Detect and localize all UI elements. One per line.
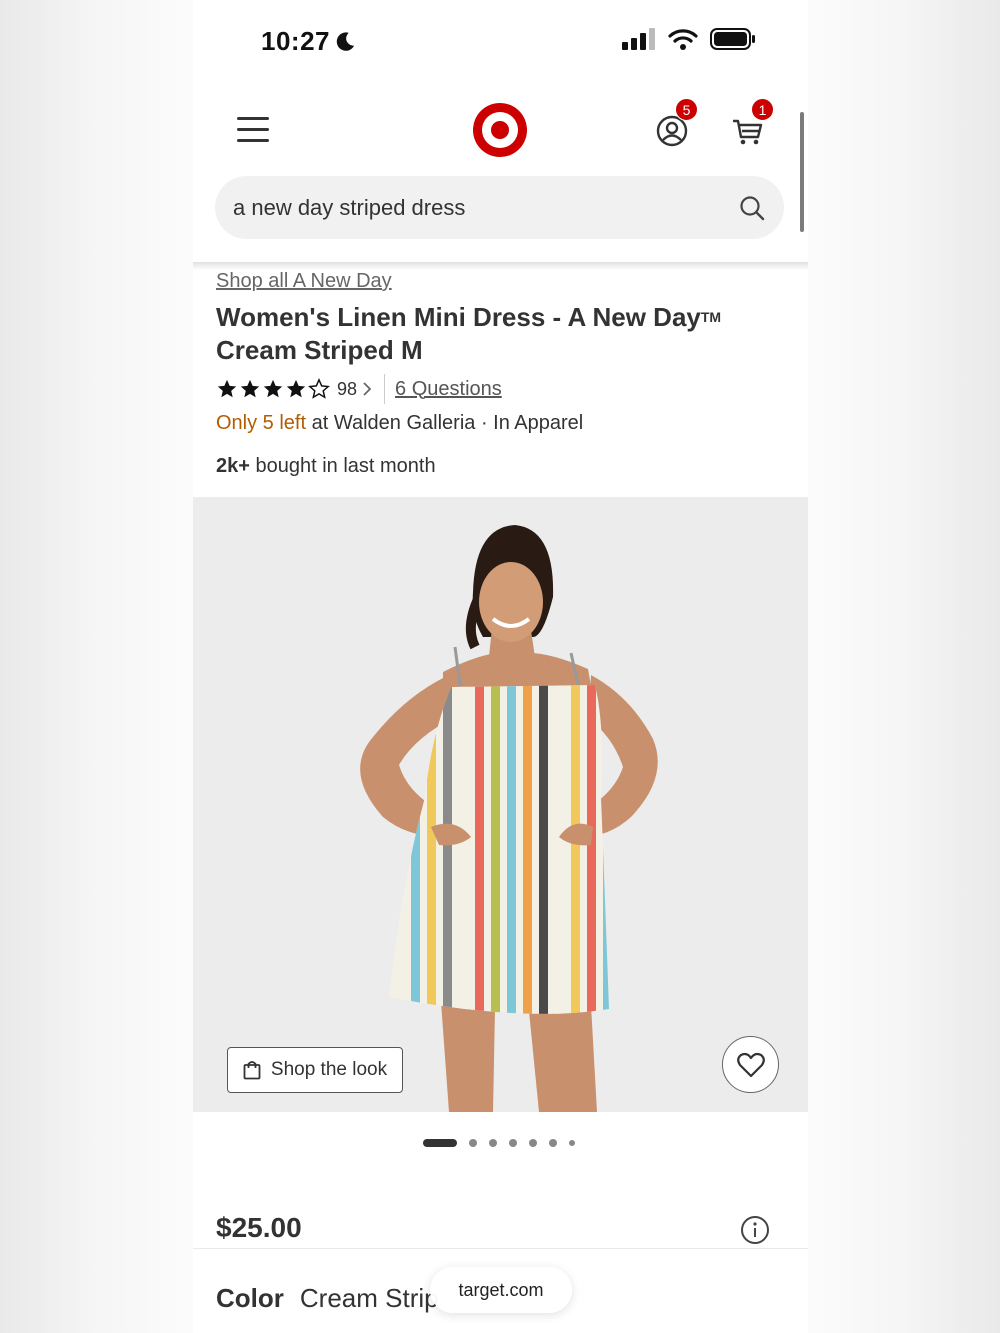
star-icon: [308, 378, 330, 399]
rating-count[interactable]: 98: [337, 379, 357, 400]
title-main: Women's Linen Mini Dress - A New Day: [216, 302, 701, 332]
clock-text: 10:27: [261, 26, 330, 56]
rating-divider: [384, 374, 386, 404]
bought-text: bought in last month: [249, 455, 436, 477]
account-badge: 5: [675, 98, 698, 121]
carousel-dot[interactable]: [423, 1139, 457, 1147]
color-value: Cream Strip: [299, 1283, 439, 1313]
section-divider: [193, 1248, 808, 1249]
star-icon: [263, 379, 283, 398]
search-input[interactable]: [233, 194, 738, 221]
color-row: Color Cream Strip: [216, 1283, 439, 1314]
trademark: TM: [700, 309, 722, 325]
title-variant: Cream Striped M: [216, 335, 423, 365]
rating-stars[interactable]: [216, 378, 330, 400]
price: $25.00: [216, 1212, 302, 1243]
store-text[interactable]: at Walden Galleria · In Apparel: [306, 412, 584, 434]
info-icon[interactable]: [740, 1215, 770, 1245]
questions-link[interactable]: 6 Questions: [395, 378, 502, 401]
heart-icon: [736, 1052, 765, 1077]
favorite-button[interactable]: [722, 1036, 779, 1093]
low-stock-text: Only 5 left: [216, 412, 307, 434]
cart-button[interactable]: 1: [731, 98, 774, 148]
carousel-dot[interactable]: [509, 1139, 517, 1147]
status-time: 10:27: [261, 26, 356, 57]
carousel-dot[interactable]: [569, 1140, 575, 1146]
bought-number: 2k+: [216, 455, 250, 477]
carousel-dot[interactable]: [549, 1139, 557, 1147]
carousel-dots: [423, 1139, 575, 1147]
battery-icon: [710, 28, 755, 50]
url-pill[interactable]: target.com: [430, 1267, 572, 1313]
app-header: 5 1: [193, 90, 808, 170]
scrollbar[interactable]: [800, 112, 804, 232]
chevron-right-icon: [363, 382, 372, 396]
search-icon[interactable]: [738, 194, 766, 222]
account-button[interactable]: 5: [655, 98, 698, 148]
cart-badge: 1: [751, 98, 774, 121]
color-label: Color: [216, 1283, 284, 1313]
star-icon: [240, 379, 260, 398]
carousel-dot[interactable]: [469, 1139, 477, 1147]
model-photo: [360, 525, 658, 1112]
star-icon: [217, 379, 237, 398]
signal-icon: [622, 28, 655, 50]
moon-icon: [336, 31, 355, 51]
brand-breadcrumb-link[interactable]: Shop all A New Day: [216, 270, 392, 293]
shop-the-look-label: Shop the look: [270, 1059, 388, 1080]
hamburger-icon[interactable]: [237, 117, 269, 143]
shop-the-look-button[interactable]: Shop the look: [227, 1047, 403, 1093]
shopping-bag-icon: [243, 1061, 261, 1080]
status-icons: [622, 28, 756, 50]
product-image[interactable]: Shop the look: [193, 497, 808, 1112]
wifi-icon: [668, 29, 698, 50]
product-title: Women's Linen Mini Dress - A New DayTM C…: [216, 301, 776, 367]
target-logo[interactable]: [473, 103, 527, 157]
rating-row: 98 6 Questions: [216, 374, 502, 404]
stock-status: Only 5 left at Walden Galleria · In Appa…: [216, 412, 583, 435]
carousel-dot[interactable]: [489, 1139, 497, 1147]
phone-screen: 10:27 5 1 a new day striped dress Shop a…: [193, 0, 808, 1333]
header-shadow: [193, 262, 808, 270]
search-bar: [215, 176, 784, 239]
star-icon: [286, 379, 306, 398]
carousel-dot[interactable]: [529, 1139, 537, 1147]
bought-count: 2k+ bought in last month: [216, 455, 436, 478]
